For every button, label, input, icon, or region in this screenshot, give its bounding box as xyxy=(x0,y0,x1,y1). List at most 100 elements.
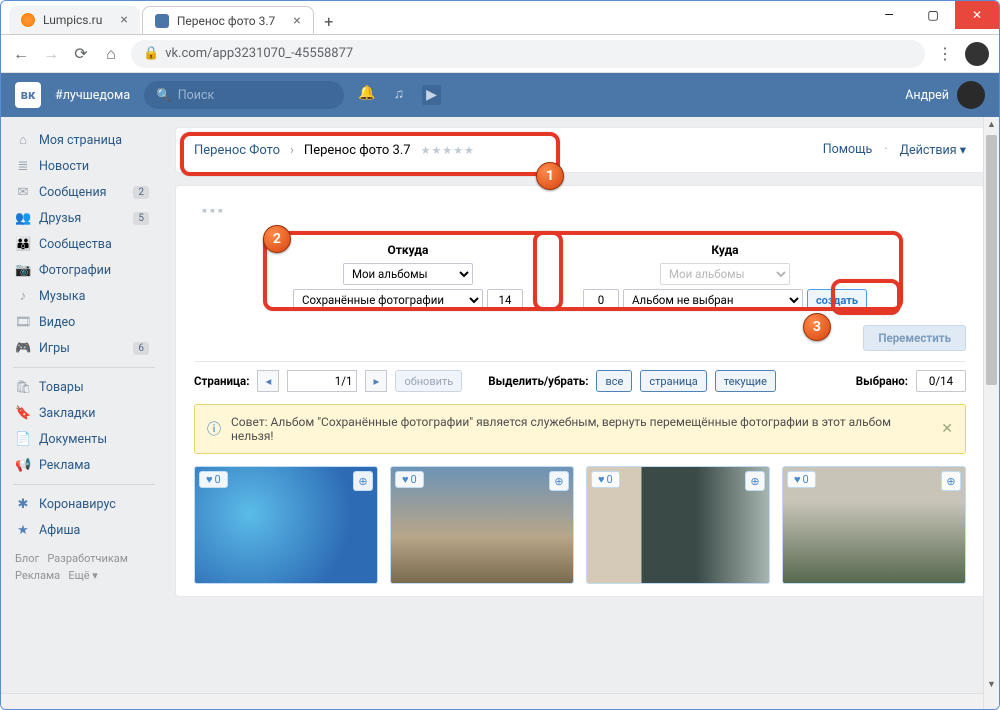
scroll-up-icon[interactable]: ▲ xyxy=(984,117,999,133)
heart-icon: ♥ xyxy=(598,473,605,486)
zoom-icon[interactable]: ⊕ xyxy=(941,471,961,491)
zoom-icon[interactable]: ⊕ xyxy=(353,471,373,491)
heart-icon: ♥ xyxy=(794,473,801,486)
like-badge[interactable]: ♥0 xyxy=(395,471,424,488)
from-album-select[interactable]: Сохранённые фотографии xyxy=(293,289,483,311)
vk-header: вк #лучшедома 🔍 Поиск 🔔 ♫ ▶ Андрей xyxy=(1,73,999,117)
tab-label: Перенос фото 3.7 xyxy=(177,14,275,28)
annotation-marker-2: 2 xyxy=(263,225,291,253)
sidebar-item-friends[interactable]: 👥Друзья5 xyxy=(9,205,165,231)
bell-icon[interactable]: 🔔 xyxy=(358,85,375,105)
zoom-icon[interactable]: ⊕ xyxy=(549,471,569,491)
loading-indicator: ▪▪▪ xyxy=(202,202,966,219)
tip-box: ⓘ Совет: Альбом "Сохранённые фотографии"… xyxy=(194,404,966,454)
sidebar-item-ads[interactable]: 📢Реклама xyxy=(9,452,165,478)
tip-text: Совет: Альбом "Сохранённые фотографии" я… xyxy=(231,415,931,443)
select-all-button[interactable]: все xyxy=(596,370,632,392)
from-title: Откуда xyxy=(293,243,523,257)
select-page-button[interactable]: страница xyxy=(640,370,706,392)
window-minimize-button[interactable]: — xyxy=(867,1,911,29)
sidebar-item-messages[interactable]: ✉Сообщения2 xyxy=(9,179,165,205)
vk-sidebar: ⌂Моя страница ≣Новости ✉Сообщения2 👥Друз… xyxy=(1,117,165,709)
close-tab-icon[interactable]: × xyxy=(120,12,127,28)
url-field[interactable]: 🔒 vk.com/app3231070_-45558877 xyxy=(131,40,925,68)
chosen-label: Выбрано: xyxy=(856,374,908,388)
photo-thumbnail[interactable]: ♥0 ⊕ xyxy=(782,466,966,584)
vertical-scrollbar[interactable]: ▲ ▼ xyxy=(983,117,999,709)
vk-user-menu[interactable]: Андрей xyxy=(905,81,985,109)
sidebar-item-games[interactable]: 🎮Игры6 xyxy=(9,335,165,361)
like-badge[interactable]: ♥0 xyxy=(199,471,228,488)
close-tab-icon[interactable]: × xyxy=(293,13,300,29)
music-icon[interactable]: ♫ xyxy=(394,85,405,105)
sidebar-item-covid[interactable]: ✱Коронавирус xyxy=(9,491,165,517)
move-button[interactable]: Переместить xyxy=(863,325,966,351)
like-badge[interactable]: ♥0 xyxy=(787,471,816,488)
vk-logo[interactable]: вк xyxy=(15,82,41,108)
horizontal-scrollbar[interactable] xyxy=(1,693,983,709)
to-count: 0 xyxy=(583,289,619,311)
sidebar-item-profile[interactable]: ⌂Моя страница xyxy=(9,127,165,153)
browser-profile-avatar[interactable] xyxy=(965,42,989,66)
photo-thumbnail[interactable]: ♥0 ⊕ xyxy=(586,466,770,584)
search-icon: 🔍 xyxy=(156,88,172,103)
browser-tab-app[interactable]: Перенос фото 3.7 × xyxy=(142,6,314,34)
user-avatar xyxy=(957,81,985,109)
window-close-button[interactable]: ✕ xyxy=(955,1,999,29)
favicon-vk xyxy=(155,14,169,28)
page-next-button[interactable]: ▸ xyxy=(365,370,387,392)
nav-home-icon[interactable]: ⌂ xyxy=(101,44,121,64)
browser-tab-lumpics[interactable]: Lumpics.ru × xyxy=(9,6,140,34)
zoom-icon[interactable]: ⊕ xyxy=(745,471,765,491)
like-badge[interactable]: ♥0 xyxy=(591,471,620,488)
heart-icon: ♥ xyxy=(206,473,213,486)
sidebar-item-photos[interactable]: 📷Фотографии xyxy=(9,257,165,283)
nav-back-icon[interactable]: ← xyxy=(11,44,31,64)
breadcrumb-separator: › xyxy=(290,143,294,158)
nav-forward-icon[interactable]: → xyxy=(41,44,61,64)
url-text: vk.com/app3231070_-45558877 xyxy=(165,46,353,61)
tip-close-button[interactable]: ✕ xyxy=(941,421,953,437)
vk-hashtag[interactable]: #лучшедома xyxy=(55,88,130,103)
address-bar: ← → ⟳ ⌂ 🔒 vk.com/app3231070_-45558877 ⋮ xyxy=(1,35,999,73)
sidebar-item-documents[interactable]: 📄Документы xyxy=(9,426,165,452)
help-link[interactable]: Помощь xyxy=(823,142,873,158)
play-icon[interactable]: ▶ xyxy=(422,85,441,105)
rating-stars[interactable]: ★★★★★ xyxy=(421,144,475,157)
new-tab-button[interactable]: + xyxy=(316,8,342,34)
photo-thumbnail[interactable]: ♥0 ⊕ xyxy=(390,466,574,584)
sidebar-item-bookmarks[interactable]: 🔖Закладки xyxy=(9,400,165,426)
toolbar: Страница: ◂ ▸ обновить Выделить/убрать: … xyxy=(194,361,966,392)
to-album-select[interactable]: Альбом не выбран xyxy=(623,289,803,311)
sidebar-item-music[interactable]: ♪Музыка xyxy=(9,283,165,309)
sidebar-item-news[interactable]: ≣Новости xyxy=(9,153,165,179)
select-label: Выделить/убрать: xyxy=(488,374,588,388)
create-album-button[interactable]: создать xyxy=(807,289,867,311)
sidebar-item-video[interactable]: 🎞Видео xyxy=(9,309,165,335)
sidebar-item-communities[interactable]: 👪Сообщества xyxy=(9,231,165,257)
breadcrumb-card: Перенос Фото › Перенос фото 3.7 ★★★★★ По… xyxy=(175,127,985,173)
refresh-button[interactable]: обновить xyxy=(395,370,462,392)
sidebar-footer: Блог Разработчикам Реклама Ещё ▾ xyxy=(9,543,165,592)
page-prev-button[interactable]: ◂ xyxy=(257,370,279,392)
photo-thumbnail[interactable]: ♥0 ⊕ xyxy=(194,466,378,584)
vk-search-input[interactable]: 🔍 Поиск xyxy=(144,81,344,109)
to-title: Куда xyxy=(583,243,867,257)
page-input[interactable] xyxy=(287,370,357,392)
select-current-button[interactable]: текущие xyxy=(715,370,776,392)
sidebar-item-afisha[interactable]: ★Афиша xyxy=(9,517,165,543)
tab-label: Lumpics.ru xyxy=(43,13,102,27)
window-maximize-button[interactable]: ▢ xyxy=(911,1,955,29)
to-column: Куда Мои альбомы 0 Альбом не выбран созд… xyxy=(583,243,867,315)
scrollbar-thumb[interactable] xyxy=(986,135,997,385)
actions-dropdown[interactable]: Действия ▾ xyxy=(900,142,966,158)
from-scope-select[interactable]: Мои альбомы xyxy=(343,263,473,285)
nav-reload-icon[interactable]: ⟳ xyxy=(71,44,91,63)
page-label: Страница: xyxy=(194,374,249,388)
breadcrumb-root[interactable]: Перенос Фото xyxy=(194,143,280,158)
browser-menu-icon[interactable]: ⋮ xyxy=(935,44,955,63)
search-placeholder: Поиск xyxy=(178,88,215,103)
chosen-count: 0/14 xyxy=(916,370,966,392)
scroll-down-icon[interactable]: ▼ xyxy=(984,677,999,693)
sidebar-item-market[interactable]: 🛍Товары xyxy=(9,374,165,400)
